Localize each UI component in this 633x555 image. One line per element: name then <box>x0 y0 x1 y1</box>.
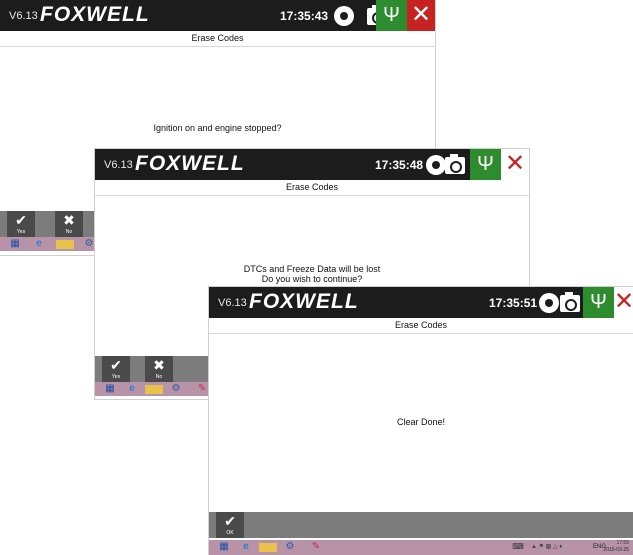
version-label: V6.13 <box>218 297 247 309</box>
internet-explorer-icon[interactable]: e <box>123 383 141 395</box>
app-icon[interactable]: ⚙ <box>281 541 299 553</box>
usb-icon: Ψ <box>590 291 607 313</box>
check-icon: ✔ <box>224 513 236 529</box>
usb-icon: Ψ <box>477 153 494 175</box>
internet-explorer-icon[interactable]: e <box>30 238 48 250</box>
page-title: Erase Codes <box>209 318 633 334</box>
clock-time: 17:35:43 <box>280 9 329 23</box>
keyboard-icon[interactable]: ⌨ <box>509 541 527 553</box>
windows-start-icon[interactable]: ▦ <box>101 383 119 395</box>
title-bar: V6.13 FOXWELL 17:35:51 Ψ ✕ <box>209 287 633 318</box>
yes-button-label: Yes <box>16 229 26 235</box>
check-icon: ✔ <box>110 357 122 373</box>
action-bar: ✔ OK <box>209 512 633 538</box>
file-explorer-icon[interactable] <box>145 385 163 394</box>
clock-time: 17:35:51 <box>489 296 538 310</box>
clock-time: 17:35:48 <box>375 158 424 172</box>
no-button[interactable]: ✖ No <box>55 211 83 237</box>
foxwell-logo: FOXWELL <box>249 290 359 313</box>
windows-start-icon[interactable]: ▦ <box>215 541 233 553</box>
ok-button[interactable]: ✔ OK <box>216 512 244 538</box>
yes-button[interactable]: ✔ Yes <box>7 211 35 237</box>
camera-button[interactable] <box>555 287 586 318</box>
foxwell-logo: FOXWELL <box>135 152 245 175</box>
title-bar: V6.13 FOXWELL 17:35:48 Ψ ✕ <box>95 149 529 180</box>
usb-button[interactable]: Ψ <box>376 0 407 31</box>
windows-start-icon[interactable]: ▦ <box>6 238 24 250</box>
foxwell-logo: FOXWELL <box>40 3 150 26</box>
yes-button-label: Yes <box>111 374 121 380</box>
close-button[interactable]: ✕ <box>501 149 529 180</box>
close-icon: ✕ <box>614 288 633 315</box>
no-button-label: No <box>65 229 73 235</box>
taskbar-date: 2015-03-25 <box>603 547 629 553</box>
title-bar: V6.13 FOXWELL 17:35:43 Ψ ✕ <box>0 0 435 31</box>
close-icon: ✕ <box>410 1 432 28</box>
version-label: V6.13 <box>9 10 38 22</box>
message-line-2: Do you wish to continue? <box>261 274 363 284</box>
close-button[interactable]: ✕ <box>614 287 633 318</box>
app-icon[interactable]: ⚙ <box>167 383 185 395</box>
message-text: Clear Done! <box>396 417 446 427</box>
usb-button[interactable]: Ψ <box>583 287 614 318</box>
usb-button[interactable]: Ψ <box>470 149 501 180</box>
file-explorer-icon[interactable] <box>56 240 74 249</box>
check-icon: ✔ <box>15 212 27 228</box>
message-text: Ignition on and engine stopped? <box>153 123 282 133</box>
windows-taskbar: ▦ e ⚙ ✎ ⌨ ▲ ⚑ ▩ △ ♦ ENG 17:55 2015-03-25 <box>209 540 633 555</box>
x-icon: ✖ <box>63 212 75 228</box>
close-button[interactable]: ✕ <box>407 0 435 31</box>
no-button[interactable]: ✖ No <box>145 356 173 382</box>
no-button-label: No <box>155 374 163 380</box>
message-line-1: DTCs and Freeze Data will be lost <box>243 264 381 274</box>
file-explorer-icon[interactable] <box>259 543 277 552</box>
page-title: Erase Codes <box>0 31 435 47</box>
usb-icon: Ψ <box>383 4 400 26</box>
system-tray-icons[interactable]: ▲ ⚑ ▩ △ ♦ <box>531 541 591 553</box>
ok-button-label: OK <box>226 530 234 536</box>
page-title: Erase Codes <box>95 180 529 196</box>
close-icon: ✕ <box>504 150 526 177</box>
record-button[interactable] <box>329 0 360 31</box>
taskbar-time: 17:55 <box>616 540 629 546</box>
erase-codes-window-3: V6.13 FOXWELL 17:35:51 Ψ ✕ Erase Codes C… <box>209 287 633 555</box>
yes-button[interactable]: ✔ Yes <box>102 356 130 382</box>
x-icon: ✖ <box>153 357 165 373</box>
taskbar-clock[interactable]: 17:55 2015-03-25 <box>603 540 629 554</box>
version-label: V6.13 <box>104 159 133 171</box>
internet-explorer-icon[interactable]: e <box>237 541 255 553</box>
camera-button[interactable] <box>440 149 471 180</box>
pen-icon[interactable]: ✎ <box>307 541 325 553</box>
